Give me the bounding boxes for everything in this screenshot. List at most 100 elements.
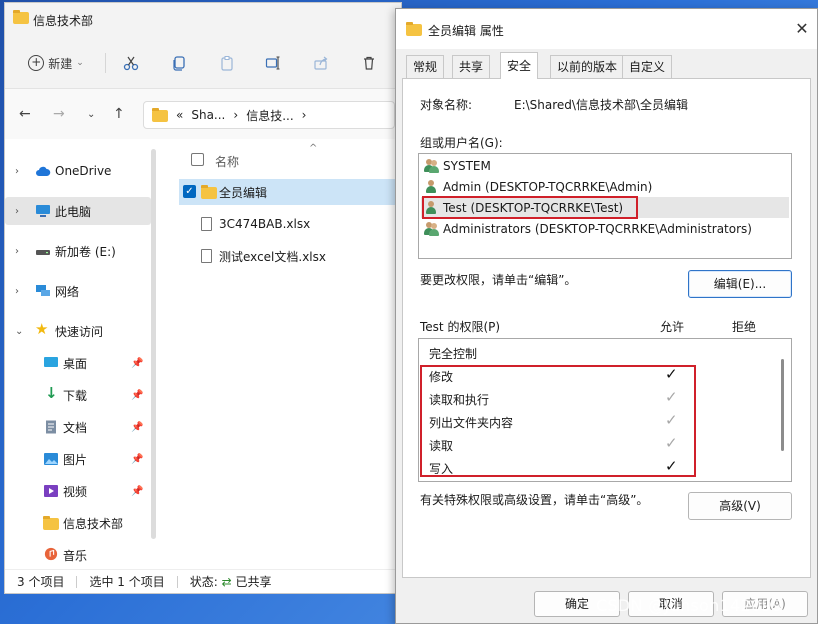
sidebar-item-quick-access[interactable]: ⌄ ★ 快速访问 bbox=[5, 317, 151, 345]
sidebar-item-documents[interactable]: 文档 📌 bbox=[5, 413, 151, 441]
tab-customize[interactable]: 自定义 bbox=[622, 55, 673, 79]
rename-button[interactable] bbox=[261, 51, 285, 75]
delete-button[interactable] bbox=[357, 51, 381, 75]
sidebar-item-drive-e[interactable]: › 新加卷 (E:) bbox=[5, 237, 151, 265]
sidebar-item-this-pc[interactable]: › 此电脑 bbox=[5, 197, 151, 225]
computer-icon bbox=[36, 205, 50, 217]
change-permissions-hint: 要更改权限，请单击“编辑”。 bbox=[420, 273, 577, 287]
breadcrumb-segment[interactable]: 信息技... bbox=[246, 107, 293, 124]
file-row[interactable]: 3C474BAB.xlsx bbox=[179, 211, 401, 237]
user-list-item[interactable]: SYSTEM bbox=[421, 155, 789, 176]
column-header-name[interactable]: 名称 bbox=[215, 153, 239, 170]
pin-icon[interactable]: 📌 bbox=[131, 390, 143, 401]
navigation-pane: › OneDrive › 此电脑 › 新加卷 (E:) › 网络 ⌄ ★ 快速访… bbox=[5, 143, 165, 573]
status-share-state: 状态: ⇄ 已共享 bbox=[190, 573, 272, 590]
rename-icon bbox=[265, 56, 280, 70]
permission-name: 写入 bbox=[429, 462, 454, 476]
pin-icon[interactable]: 📌 bbox=[131, 422, 143, 433]
chevron-right-icon[interactable]: › bbox=[15, 206, 19, 217]
tab-previous-versions[interactable]: 以前的版本 bbox=[550, 55, 625, 79]
document-icon bbox=[46, 420, 56, 434]
tab-general[interactable]: 常规 bbox=[406, 55, 445, 79]
select-all-checkbox[interactable] bbox=[191, 153, 204, 166]
address-bar[interactable]: « Sha... › 信息技... › bbox=[143, 101, 395, 129]
pin-icon[interactable]: 📌 bbox=[131, 358, 143, 369]
copy-button[interactable] bbox=[167, 51, 191, 75]
paste-button[interactable] bbox=[215, 51, 239, 75]
allow-check-icon: ✓ bbox=[665, 457, 678, 475]
share-button[interactable] bbox=[309, 51, 333, 75]
advanced-button[interactable]: 高级(V) bbox=[688, 492, 792, 520]
pin-icon[interactable]: 📌 bbox=[131, 454, 143, 465]
user-group-icon bbox=[424, 158, 439, 173]
tab-sharing[interactable]: 共享 bbox=[452, 55, 491, 79]
chevron-right-icon[interactable]: › bbox=[15, 246, 19, 257]
file-name: 全员编辑 bbox=[219, 185, 268, 200]
sidebar-item-label: OneDrive bbox=[55, 164, 112, 178]
sidebar-item-label: 新加卷 (E:) bbox=[55, 244, 116, 259]
status-state-value: 已共享 bbox=[235, 575, 272, 589]
cut-button[interactable] bbox=[119, 51, 143, 75]
sidebar-scrollbar[interactable] bbox=[151, 149, 156, 539]
recent-chevron-icon[interactable]: ⌄ bbox=[87, 109, 95, 120]
back-arrow-icon[interactable]: ← bbox=[19, 106, 31, 122]
user-list-item-selected[interactable]: Test (DESKTOP-TQCRRKE\Test) bbox=[421, 197, 789, 218]
status-item-count: 3 个项目 bbox=[17, 575, 65, 589]
sidebar-item-it-department[interactable]: 信息技术部 bbox=[5, 509, 151, 537]
user-name: Test (DESKTOP-TQCRRKE\Test) bbox=[443, 200, 624, 215]
sidebar-item-desktop[interactable]: 桌面 📌 bbox=[5, 349, 151, 377]
folder-icon bbox=[43, 516, 59, 530]
deny-column-header: 拒绝 bbox=[732, 320, 757, 334]
forward-arrow-icon[interactable]: → bbox=[53, 106, 65, 122]
edit-button[interactable]: 编辑(E)... bbox=[688, 270, 792, 298]
up-arrow-icon[interactable]: ↑ bbox=[113, 106, 125, 122]
file-list: ^ 名称 ✓ 全员编辑 3C474BAB.xlsx 测试excel文档.xlsx bbox=[165, 143, 401, 573]
explorer-title: 信息技术部 bbox=[33, 14, 94, 28]
folder-icon bbox=[13, 10, 29, 24]
network-icon bbox=[36, 285, 50, 296]
permissions-label: Test 的权限(P) bbox=[420, 320, 501, 334]
watermark-text: CSDN @Junson142099 bbox=[596, 596, 783, 615]
sidebar-item-label: 音乐 bbox=[63, 548, 88, 563]
permission-row: 读取 ✓ bbox=[429, 433, 769, 456]
sort-caret-icon: ^ bbox=[309, 143, 318, 154]
breadcrumb-segment[interactable]: Sha... bbox=[191, 108, 225, 122]
explorer-window: 信息技术部 + 新建 ⌄ ← → ⌄ ↑ « Sha... › 信息技... ›… bbox=[4, 2, 402, 594]
scrollbar-thumb[interactable] bbox=[781, 359, 784, 451]
user-list-item[interactable]: Administrators (DESKTOP-TQCRRKE\Administ… bbox=[421, 218, 789, 239]
advanced-settings-hint: 有关特殊权限或高级设置，请单击“高级”。 bbox=[420, 493, 649, 507]
pin-icon[interactable]: 📌 bbox=[131, 486, 143, 497]
file-name: 3C474BAB.xlsx bbox=[219, 217, 311, 231]
chevron-right-icon[interactable]: › bbox=[15, 166, 19, 177]
permissions-scrollbar[interactable] bbox=[779, 341, 785, 479]
new-button[interactable]: + 新建 ⌄ bbox=[23, 51, 89, 75]
sidebar-item-label: 视频 bbox=[63, 484, 88, 499]
sidebar-item-music[interactable]: 音乐 bbox=[5, 541, 151, 569]
row-checkbox[interactable]: ✓ bbox=[183, 185, 196, 198]
tab-security[interactable]: 安全 bbox=[500, 52, 539, 79]
file-row[interactable]: ✓ 全员编辑 bbox=[179, 179, 401, 205]
permission-row: 读取和执行 ✓ bbox=[429, 387, 769, 410]
user-list-item[interactable]: Admin (DESKTOP-TQCRRKE\Admin) bbox=[421, 176, 789, 197]
paste-icon bbox=[221, 56, 233, 71]
permission-row: 写入 ✓ bbox=[429, 456, 769, 479]
properties-dialog: 全员编辑 属性 ✕ 常规 共享 安全 以前的版本 自定义 对象名称: E:\Sh… bbox=[395, 8, 818, 624]
sidebar-item-network[interactable]: › 网络 bbox=[5, 277, 151, 305]
toolbar-divider bbox=[105, 53, 106, 73]
close-icon[interactable]: ✕ bbox=[792, 19, 812, 38]
user-name: Administrators (DESKTOP-TQCRRKE\Administ… bbox=[443, 221, 752, 236]
music-icon bbox=[44, 547, 58, 561]
sidebar-item-downloads[interactable]: ↓ 下载 📌 bbox=[5, 381, 151, 409]
chevron-down-icon[interactable]: ⌄ bbox=[15, 326, 23, 337]
sidebar-item-pictures[interactable]: 图片 📌 bbox=[5, 445, 151, 473]
permission-name: 列出文件夹内容 bbox=[429, 416, 514, 430]
cloud-icon bbox=[36, 166, 51, 176]
file-row[interactable]: 测试excel文档.xlsx bbox=[179, 243, 401, 269]
sidebar-item-onedrive[interactable]: › OneDrive bbox=[5, 157, 151, 185]
chevron-right-icon[interactable]: › bbox=[15, 286, 19, 297]
sidebar-item-videos[interactable]: 视频 📌 bbox=[5, 477, 151, 505]
plus-icon: + bbox=[28, 55, 45, 71]
permission-name: 修改 bbox=[429, 370, 454, 384]
download-icon: ↓ bbox=[45, 384, 58, 402]
address-prefix: « bbox=[176, 108, 184, 122]
